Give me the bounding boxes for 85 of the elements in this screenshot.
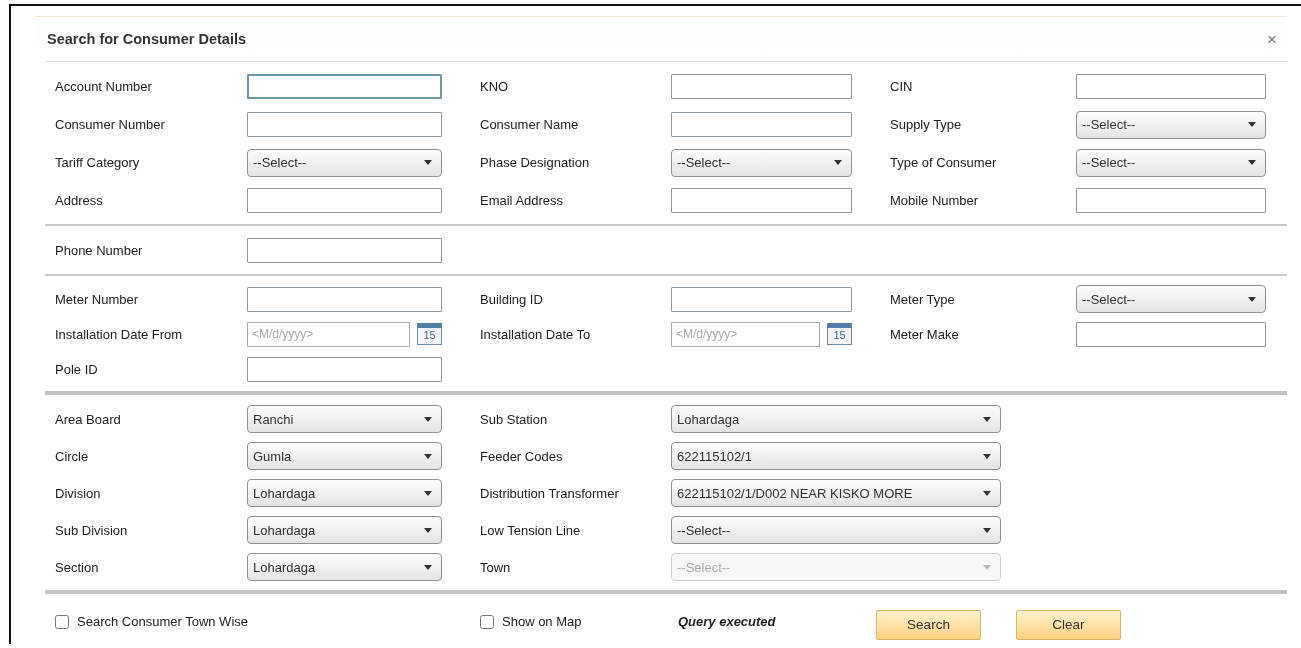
field-label: Area Board bbox=[54, 410, 122, 429]
field-label: Mobile Number bbox=[889, 192, 980, 210]
checkbox-label: Search Consumer Town Wise bbox=[77, 613, 248, 631]
field-label: Feeder Codes bbox=[479, 447, 564, 466]
text-field[interactable] bbox=[247, 286, 442, 312]
dropdown[interactable]: --Select-- bbox=[247, 148, 442, 177]
text-field[interactable] bbox=[247, 74, 442, 100]
field-label: Pole ID bbox=[54, 360, 99, 379]
text-field[interactable] bbox=[671, 286, 852, 312]
date-field[interactable]: <M/d/yyyy> bbox=[247, 321, 410, 347]
dialog-title: Search for Consumer Details bbox=[47, 30, 247, 49]
caret-icon bbox=[424, 453, 432, 459]
caret-icon bbox=[983, 564, 991, 570]
caret-icon bbox=[424, 564, 432, 570]
text-field[interactable] bbox=[1076, 321, 1266, 347]
field-label: Building ID bbox=[479, 290, 544, 309]
field-label: Account Number bbox=[54, 78, 153, 96]
dropdown[interactable]: Lohardaga bbox=[671, 405, 1001, 434]
field-label: Supply Type bbox=[889, 116, 963, 134]
field-label: Distribution Transformer bbox=[479, 484, 620, 503]
dropdown[interactable]: 622115102/1/D002 NEAR KISKO MORE bbox=[671, 479, 1001, 508]
field-label: Town bbox=[479, 558, 512, 577]
field-label: Meter Type bbox=[889, 290, 956, 309]
dropdown[interactable]: Ranchi bbox=[247, 405, 442, 434]
dropdown[interactable]: --Select-- bbox=[671, 148, 852, 177]
dropdown[interactable]: 622115102/1 bbox=[671, 442, 1001, 471]
caret-icon bbox=[983, 453, 991, 459]
field-label: Phase Designation bbox=[479, 154, 591, 172]
field-label: Type of Consumer bbox=[889, 154, 998, 172]
caret-icon bbox=[1248, 122, 1256, 128]
dropdown[interactable]: Lohardaga bbox=[247, 479, 442, 508]
field-label: Low Tension Line bbox=[479, 521, 582, 540]
text-field[interactable] bbox=[247, 112, 442, 138]
caret-icon bbox=[1248, 160, 1256, 166]
checkbox[interactable] bbox=[55, 614, 69, 629]
field-label: Sub Division bbox=[54, 521, 129, 540]
field-label: Sub Station bbox=[479, 410, 549, 429]
field-label: Address bbox=[54, 192, 104, 210]
caret-icon bbox=[424, 416, 432, 422]
field-label: Consumer Name bbox=[479, 116, 580, 134]
caret-icon bbox=[983, 416, 991, 422]
status-message: Query executed bbox=[677, 613, 777, 631]
field-label: CIN bbox=[889, 78, 914, 96]
search-button[interactable]: Search bbox=[876, 609, 981, 640]
text-field[interactable] bbox=[247, 238, 442, 264]
caret-icon bbox=[983, 527, 991, 533]
field-label: Email Address bbox=[479, 192, 565, 210]
text-field[interactable] bbox=[247, 188, 442, 214]
field-label: Installation Date From bbox=[54, 325, 184, 344]
text-field[interactable] bbox=[247, 356, 442, 382]
field-label: Meter Number bbox=[54, 290, 140, 309]
text-field[interactable] bbox=[671, 112, 852, 138]
caret-icon bbox=[424, 490, 432, 496]
dropdown[interactable]: --Select-- bbox=[671, 516, 1001, 545]
text-field[interactable] bbox=[1076, 188, 1266, 214]
caret-icon bbox=[424, 160, 432, 166]
caret-icon bbox=[424, 527, 432, 533]
field-label: Installation Date To bbox=[479, 325, 592, 344]
calendar-icon[interactable]: 15 bbox=[417, 323, 442, 346]
dropdown[interactable]: --Select-- bbox=[1076, 148, 1266, 177]
field-label: Circle bbox=[54, 447, 90, 466]
text-field[interactable] bbox=[671, 74, 852, 100]
field-label: Division bbox=[54, 484, 102, 503]
caret-icon bbox=[983, 490, 991, 496]
dropdown[interactable]: --Select-- bbox=[1076, 110, 1266, 139]
caret-icon bbox=[1248, 296, 1256, 302]
field-label: KNO bbox=[479, 78, 510, 96]
close-button[interactable]: × bbox=[1267, 31, 1277, 49]
field-label: Section bbox=[54, 558, 100, 577]
field-label: Consumer Number bbox=[54, 116, 166, 134]
clear-button[interactable]: Clear bbox=[1016, 609, 1121, 640]
text-field[interactable] bbox=[671, 188, 852, 214]
field-label: Tariff Category bbox=[54, 154, 141, 172]
calendar-icon[interactable]: 15 bbox=[827, 323, 852, 346]
checkbox[interactable] bbox=[480, 614, 494, 629]
field-label: Phone Number bbox=[54, 242, 144, 260]
dropdown[interactable]: Lohardaga bbox=[247, 553, 442, 582]
text-field[interactable] bbox=[1076, 74, 1266, 100]
caret-icon bbox=[834, 160, 842, 166]
dropdown[interactable]: Gumla bbox=[247, 442, 442, 471]
dropdown[interactable]: --Select-- bbox=[1076, 285, 1266, 314]
field-label: Meter Make bbox=[889, 325, 960, 344]
date-field[interactable]: <M/d/yyyy> bbox=[671, 321, 820, 347]
checkbox-label: Show on Map bbox=[502, 613, 582, 631]
dropdown[interactable]: Lohardaga bbox=[247, 516, 442, 545]
